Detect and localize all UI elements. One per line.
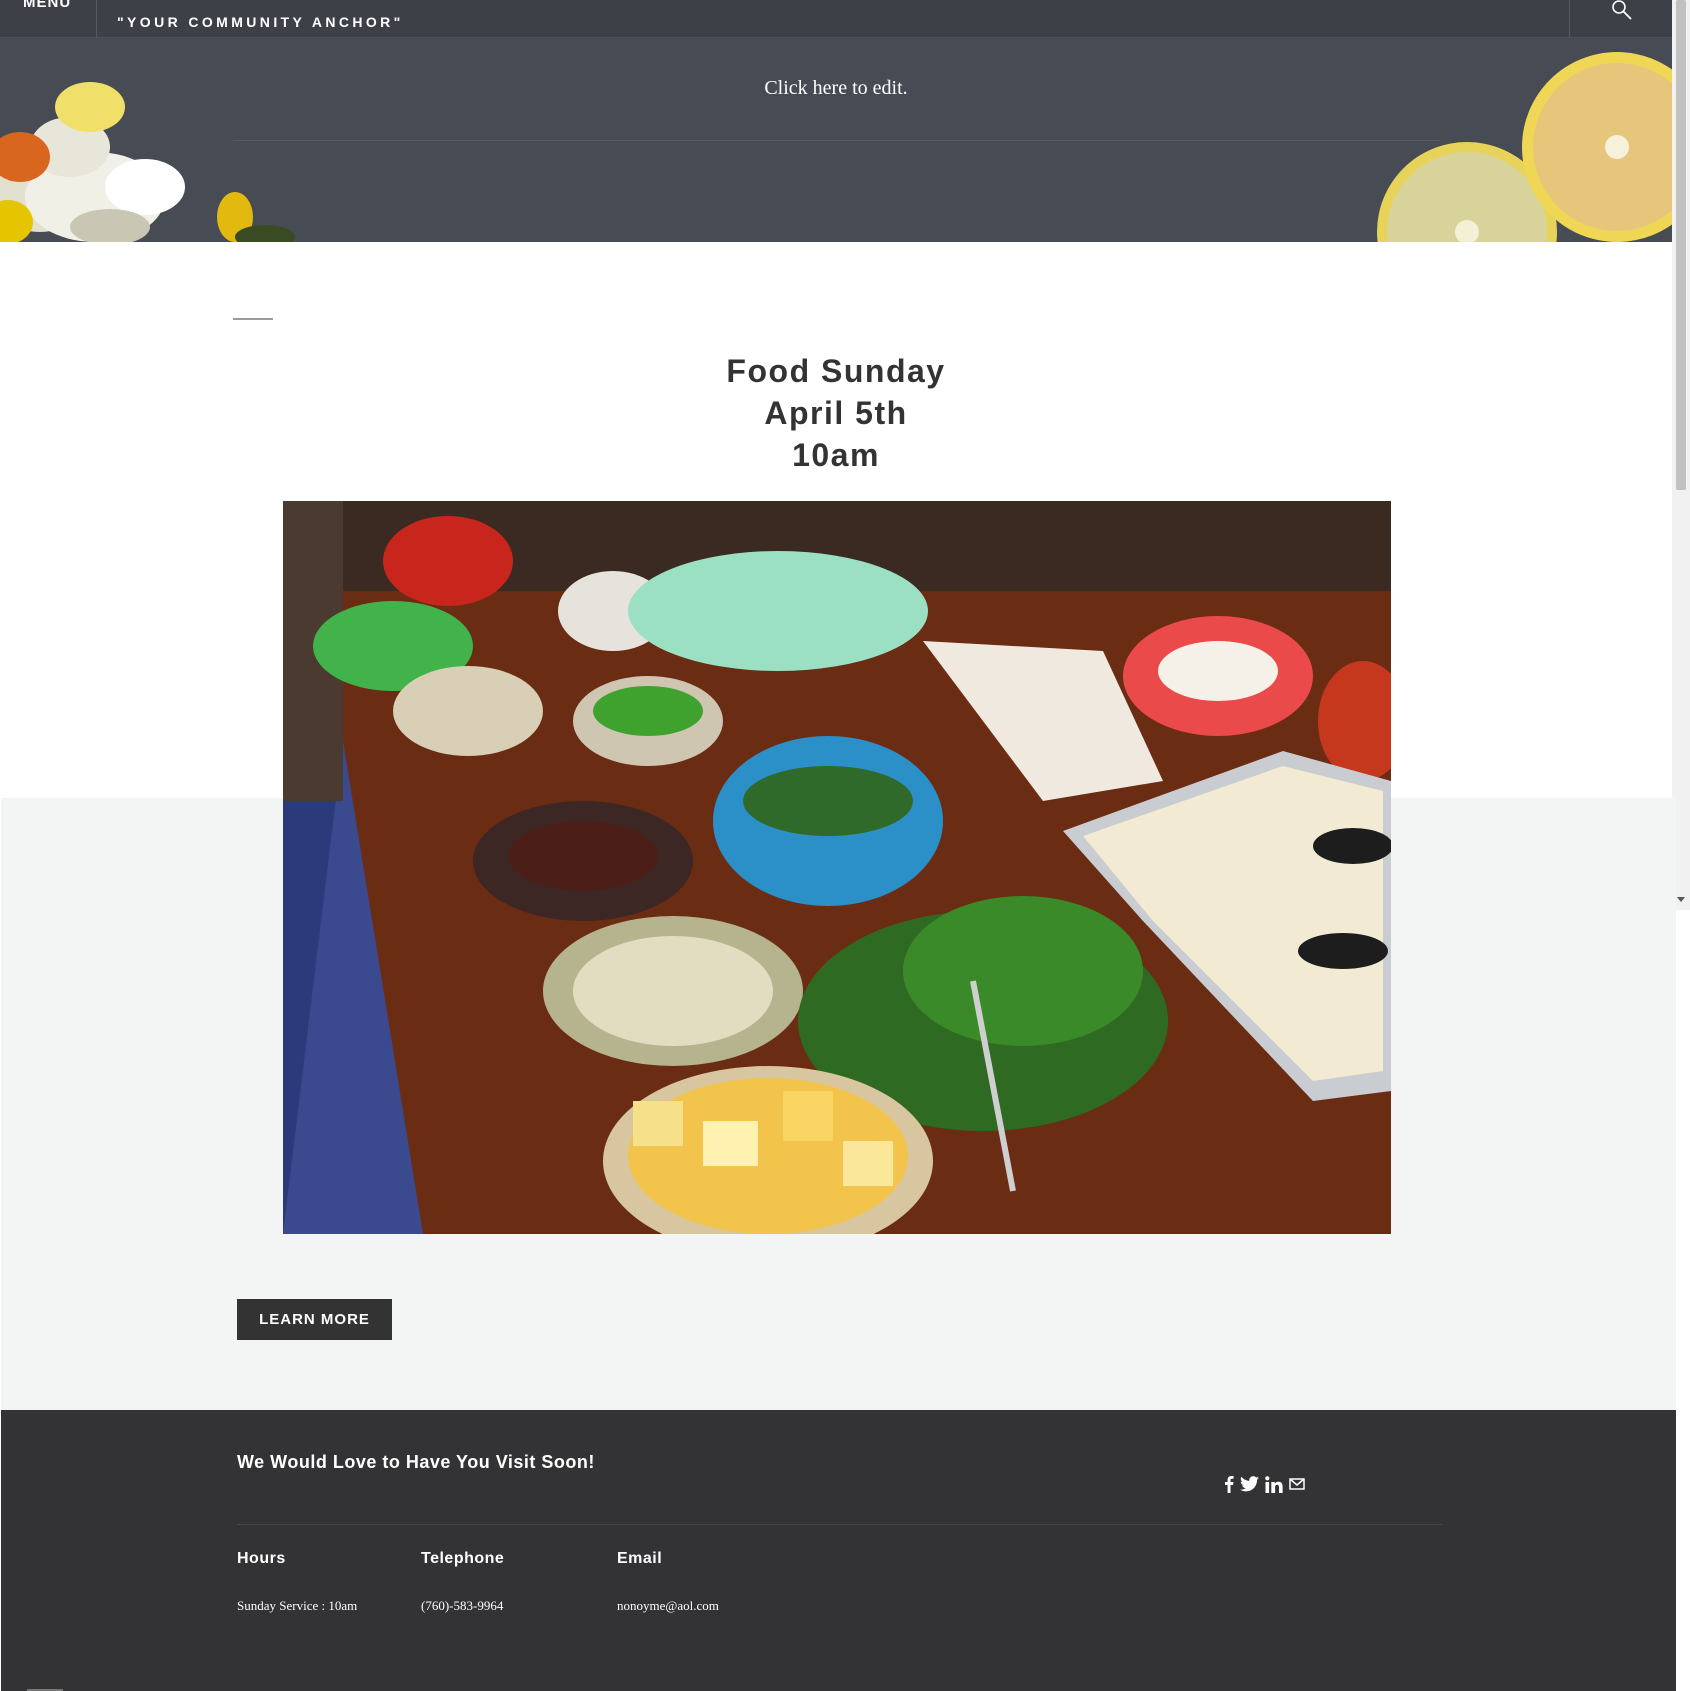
- email-value[interactable]: nonoyme@aol.com: [617, 1598, 719, 1614]
- learn-more-button[interactable]: LEARN MORE: [237, 1299, 392, 1340]
- footer-title: We Would Love to Have You Visit Soon!: [237, 1452, 595, 1472]
- facebook-icon[interactable]: [1224, 1475, 1234, 1493]
- site-tagline[interactable]: "YOUR COMMUNITY ANCHOR": [117, 14, 404, 30]
- telephone-value: (760)-583-9964: [421, 1598, 504, 1613]
- telephone-heading: Telephone: [421, 1550, 505, 1567]
- top-navigation-bar: MENU "YOUR COMMUNITY ANCHOR": [0, 0, 1672, 38]
- scroll-down-arrow-icon[interactable]: [1677, 897, 1685, 902]
- search-button[interactable]: [1569, 0, 1672, 37]
- section-accent-line: [233, 318, 273, 320]
- event-heading: Food Sunday April 5th 10am: [0, 350, 1672, 476]
- hours-value: Sunday Service : 10am: [237, 1598, 358, 1613]
- food-table-image: [283, 501, 1391, 1234]
- twitter-icon[interactable]: [1240, 1476, 1259, 1492]
- linkedin-icon[interactable]: [1265, 1475, 1283, 1493]
- email-icon[interactable]: [1289, 1478, 1305, 1490]
- search-icon: [1612, 0, 1632, 20]
- menu-label: MENU: [23, 0, 72, 11]
- scrollbar-thumb[interactable]: [1676, 0, 1686, 490]
- footer-divider: [237, 1524, 1442, 1525]
- email-heading: Email: [617, 1550, 663, 1567]
- lemon-decoration: [1377, 52, 1672, 242]
- site-footer: We Would Love to Have You Visit Soon! Ho…: [1, 1410, 1676, 1691]
- social-links: [1224, 1473, 1305, 1495]
- header-banner: Click here to edit.: [0, 37, 1672, 242]
- event-date: April 5th: [764, 395, 908, 431]
- event-title: Food Sunday: [726, 353, 946, 389]
- hours-heading: Hours: [237, 1550, 286, 1567]
- menu-button[interactable]: MENU: [0, 0, 97, 37]
- banner-divider: [233, 140, 1440, 141]
- page-scrollbar[interactable]: [1672, 0, 1690, 910]
- event-time: 10am: [792, 437, 880, 473]
- food-table-photo: [283, 501, 1391, 1234]
